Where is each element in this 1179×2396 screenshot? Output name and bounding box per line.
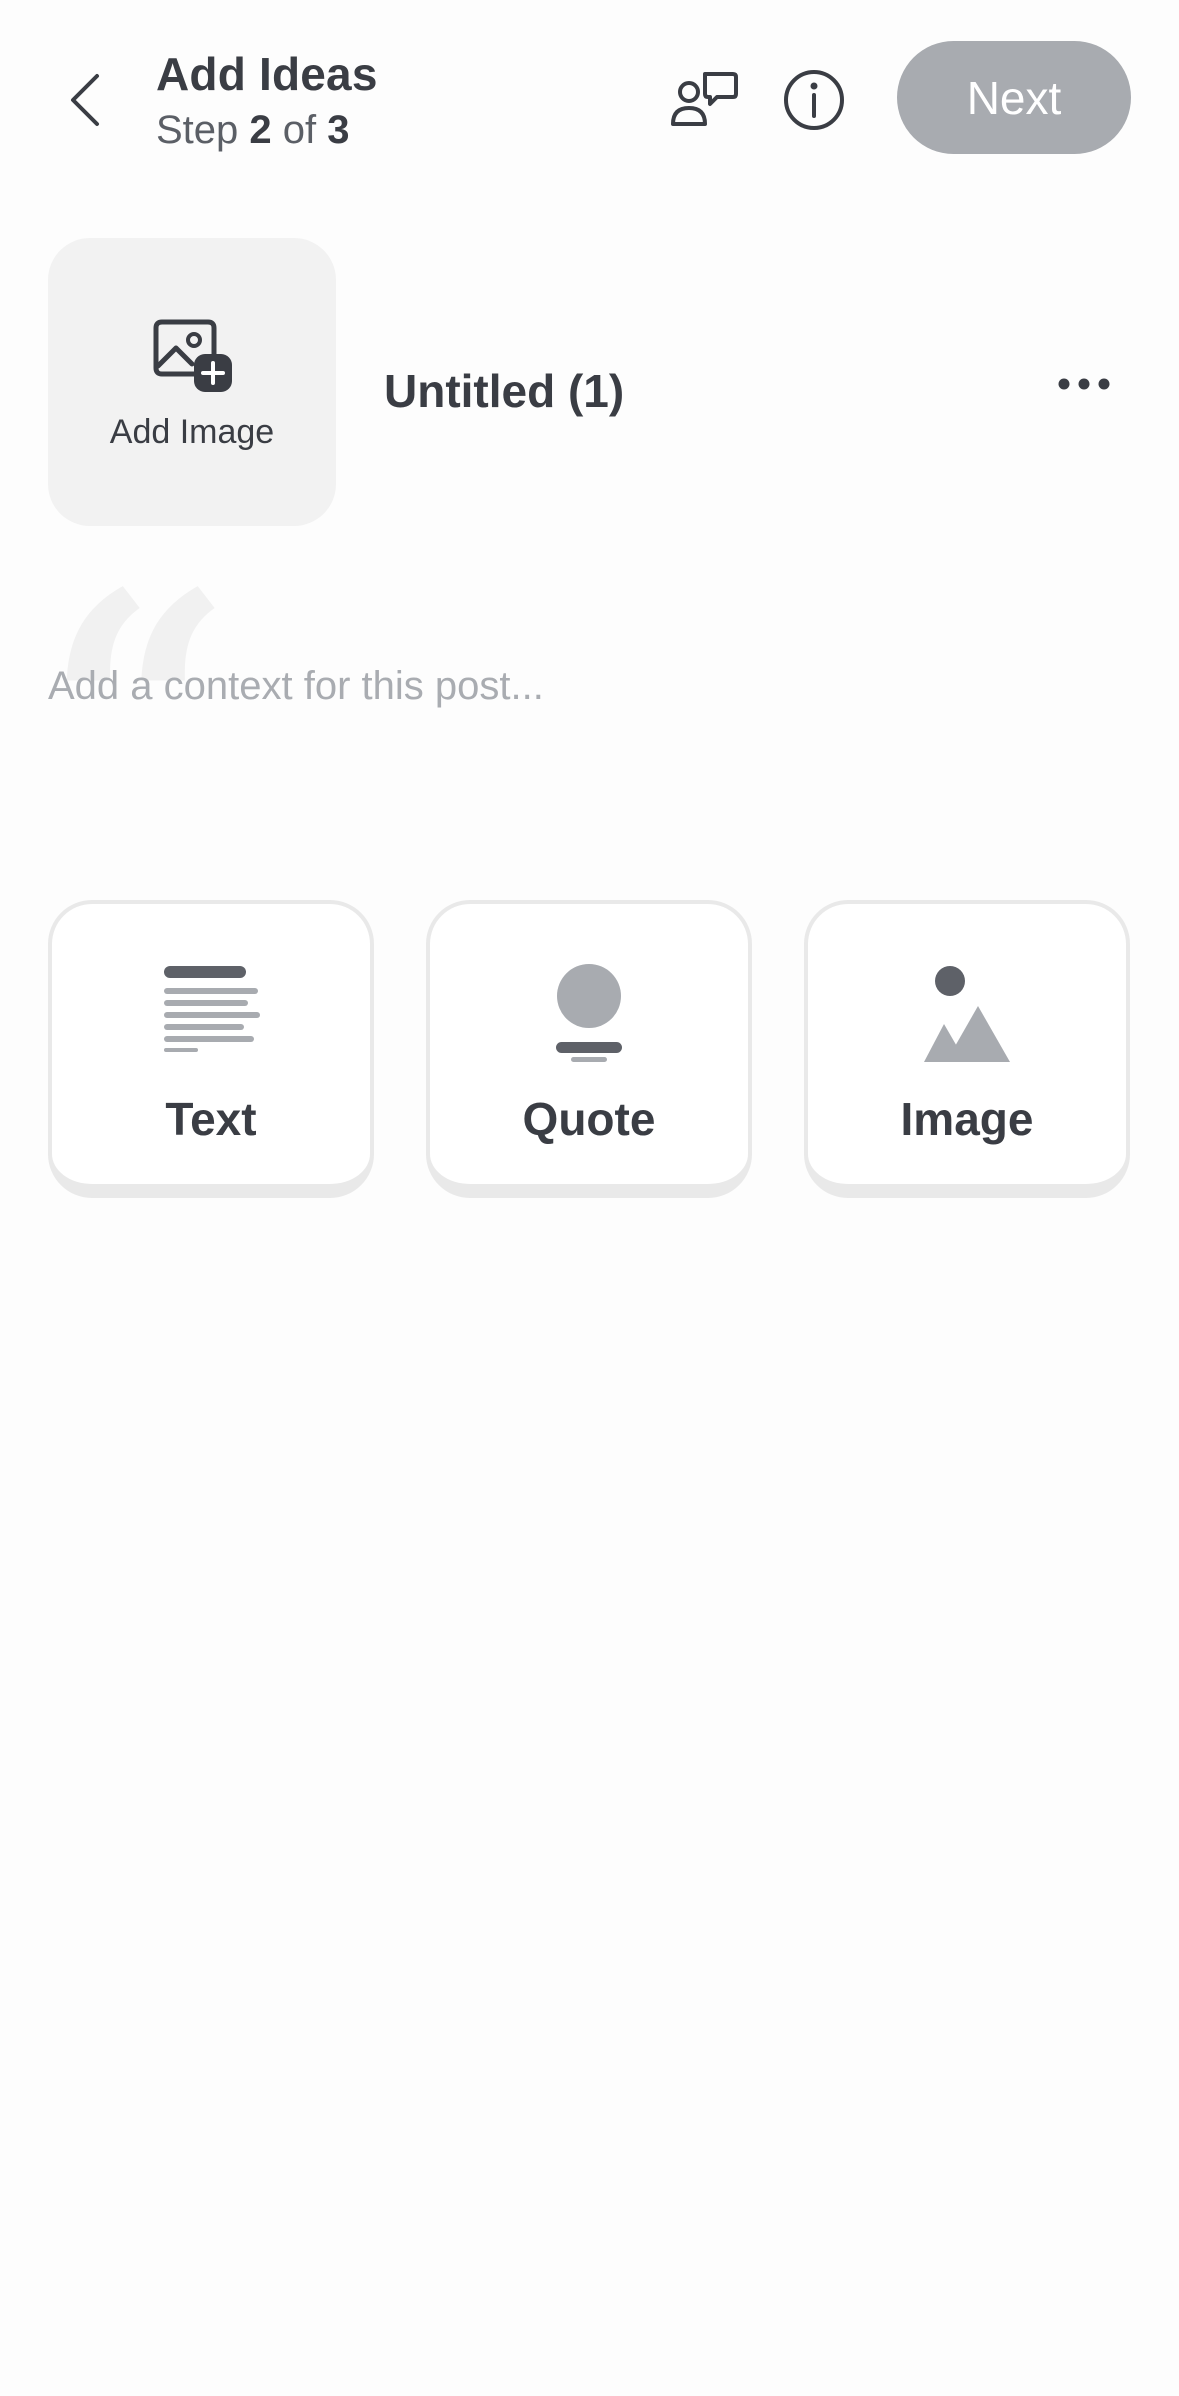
title-block: Add Ideas Step 2 of 3 — [156, 46, 378, 156]
quote-block-label: Quote — [522, 1093, 656, 1145]
add-image-label: Add Image — [109, 413, 275, 451]
text-lines-icon — [52, 964, 370, 1052]
add-quote-block-button[interactable]: Quote — [426, 900, 752, 1198]
more-options-button[interactable] — [1048, 352, 1120, 416]
collaborators-button[interactable] — [666, 62, 742, 138]
quote-block-icon — [430, 964, 748, 1062]
idea-title[interactable]: Untitled (1) — [384, 364, 624, 418]
user-chat-icon — [671, 72, 738, 126]
image-block-label: Image — [900, 1093, 1034, 1145]
text-block-label: Text — [165, 1093, 257, 1145]
add-image-block-button[interactable]: Image — [804, 900, 1130, 1198]
add-text-block-button[interactable]: Text — [48, 900, 374, 1198]
top-bar: Add Ideas Step 2 of 3 Next — [0, 0, 1179, 200]
add-photo-icon — [150, 316, 234, 399]
context-input[interactable] — [48, 660, 1048, 712]
quote-mark-icon: “ — [44, 521, 234, 909]
mountain-image-icon — [808, 964, 1126, 1062]
step-of: of — [282, 108, 317, 152]
step-total: 3 — [327, 108, 350, 152]
back-button[interactable] — [50, 60, 120, 140]
context-section: “ — [44, 550, 1131, 880]
step-label: Step — [156, 108, 239, 152]
info-icon — [784, 70, 844, 130]
info-button[interactable] — [776, 62, 852, 138]
more-horizontal-icon — [1058, 378, 1110, 390]
chevron-left-icon — [71, 74, 99, 126]
next-button[interactable]: Next — [897, 41, 1131, 154]
block-type-row: Text Quote Image — [48, 900, 1131, 1210]
add-image-button[interactable]: Add Image — [48, 238, 336, 526]
page-title: Add Ideas — [156, 48, 378, 100]
step-indicator: Step 2 of 3 — [156, 104, 378, 156]
step-current: 2 — [249, 108, 272, 152]
